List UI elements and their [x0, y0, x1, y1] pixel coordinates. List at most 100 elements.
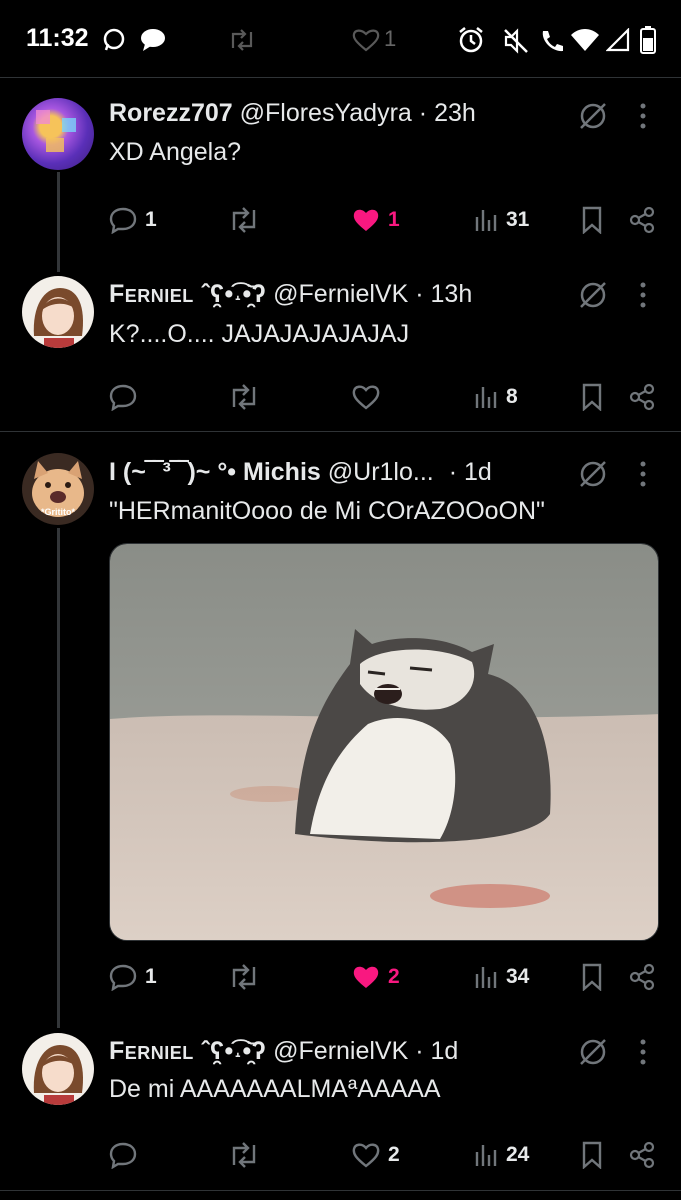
thread-line: [57, 528, 60, 1028]
tweet-text: K?....O.... JAJAJAJAJAJAJ: [109, 320, 410, 348]
share-button[interactable]: [628, 1135, 656, 1175]
avatar[interactable]: [22, 276, 94, 348]
more-icon[interactable]: [632, 459, 654, 489]
avatar[interactable]: [22, 98, 94, 170]
separator: ·: [418, 99, 428, 127]
like-button[interactable]: 2: [352, 957, 400, 997]
more-icon[interactable]: [632, 280, 654, 310]
views-count: 24: [506, 1143, 530, 1166]
bookmark-icon: [582, 963, 602, 991]
bookmark-icon: [582, 383, 602, 411]
retweet-icon: [232, 384, 256, 410]
views-icon: [475, 210, 497, 231]
grok-icon[interactable]: [578, 101, 608, 131]
reply-button[interactable]: [109, 377, 145, 417]
grok-icon[interactable]: [578, 1037, 608, 1067]
tweet-age[interactable]: 13h: [431, 280, 473, 308]
signal-icon: [606, 28, 630, 52]
bookmark-icon: [582, 206, 602, 234]
battery-icon: [640, 26, 656, 54]
tweet-header: Rorezz707 @FloresYadyra · 23h: [109, 99, 476, 128]
avatar[interactable]: *Gritito*: [22, 453, 94, 525]
user-handle[interactable]: @Ur1lo...: [328, 458, 434, 486]
tweet-actions: 8: [0, 377, 681, 417]
tweet-media-image[interactable]: [109, 543, 659, 941]
tweet-text: XD Angela?: [109, 138, 242, 166]
tweet-actions: 1 1 31: [0, 200, 681, 240]
wifi-call-icon: [542, 31, 563, 52]
reply-count: 1: [145, 208, 157, 231]
avatar[interactable]: [22, 1033, 94, 1105]
tweet-age[interactable]: 23h: [434, 99, 476, 127]
wifi-icon: [571, 29, 599, 51]
reply-icon: [109, 964, 137, 991]
tweet-actions: 1 2 34: [0, 957, 681, 997]
views-count: 31: [506, 208, 530, 231]
like-button[interactable]: [352, 377, 388, 417]
reply-button[interactable]: 1: [109, 200, 157, 240]
status-time: 11:32: [26, 24, 89, 52]
display-name[interactable]: I (~‾‾³‾‾)~ °• Michis: [109, 458, 321, 486]
retweet-icon: [232, 964, 256, 990]
status-like-count: 1: [384, 26, 397, 51]
views-icon: [475, 1145, 497, 1166]
tweet-text: "HERmanitOooo de Mi COrAZOOoON": [109, 497, 545, 525]
bookmark-button[interactable]: [580, 200, 604, 240]
views-button[interactable]: 31: [474, 200, 529, 240]
bookmark-button[interactable]: [580, 1135, 604, 1175]
chat-bubble-icon: [141, 29, 165, 51]
thread-divider: [0, 1190, 681, 1191]
views-count: 8: [506, 385, 518, 408]
share-button[interactable]: [628, 377, 656, 417]
heart-icon: [353, 209, 379, 231]
display-name[interactable]: Ferniel ˆʕ̯•͡˔•̯᷅ʔ: [109, 1037, 266, 1065]
reply-count: 1: [145, 965, 157, 988]
views-button[interactable]: 34: [474, 957, 529, 997]
reply-button[interactable]: 1: [109, 957, 157, 997]
like-button[interactable]: 1: [352, 200, 400, 240]
avatar-caption: *Gritito*: [40, 507, 75, 517]
share-button[interactable]: [628, 200, 656, 240]
tweet-header: Ferniel ˆʕ̯•͡˔•̯᷅ʔ @FernielVK · 13h: [109, 280, 472, 309]
cat-photo: [110, 544, 658, 940]
tweet-header: Ferniel ˆʕ̯•͡˔•̯᷅ʔ @FernielVK · 1d: [109, 1037, 458, 1066]
views-button[interactable]: 24: [474, 1135, 529, 1175]
bookmark-button[interactable]: [580, 377, 604, 417]
alarm-icon: [459, 27, 483, 53]
more-icon[interactable]: [632, 101, 654, 131]
heart-icon: [352, 1143, 380, 1168]
tweet-age[interactable]: 1d: [464, 458, 492, 486]
thread-divider: [0, 431, 681, 432]
more-icon[interactable]: [632, 1037, 654, 1067]
share-icon: [629, 963, 655, 991]
grok-icon[interactable]: [578, 459, 608, 489]
retweet-button[interactable]: [228, 377, 268, 417]
retweet-icon: [231, 29, 253, 51]
display-name[interactable]: Rorezz707: [109, 99, 233, 127]
retweet-button[interactable]: [228, 957, 268, 997]
user-handle[interactable]: @FernielVK: [273, 1037, 408, 1065]
separator: ·: [415, 280, 424, 308]
user-handle[interactable]: @FernielVK: [273, 280, 408, 308]
status-bar: 11:32 1: [0, 0, 681, 78]
separator: ·: [448, 458, 458, 486]
reply-icon: [109, 384, 137, 411]
views-button[interactable]: 8: [474, 377, 518, 417]
user-handle[interactable]: @FloresYadyra: [240, 99, 412, 127]
tweet-header: I (~‾‾³‾‾)~ °• Michis @Ur1lo... · 1d: [109, 458, 492, 487]
heart-icon: [352, 385, 380, 410]
share-icon: [629, 206, 655, 234]
retweet-button[interactable]: [228, 1135, 268, 1175]
share-button[interactable]: [628, 957, 656, 997]
retweet-button[interactable]: [228, 200, 268, 240]
display-name[interactable]: Ferniel ˆʕ̯•͡˔•̯᷅ʔ: [109, 280, 266, 308]
bookmark-button[interactable]: [580, 957, 604, 997]
like-count: 1: [388, 208, 400, 231]
tweet-age[interactable]: 1d: [431, 1037, 459, 1065]
heart-icon: [353, 966, 379, 988]
like-button[interactable]: 2: [352, 1135, 400, 1175]
heart-icon: [352, 29, 380, 52]
reply-button[interactable]: [109, 1135, 145, 1175]
tweet-text: De mi AAAAAAALMAªAAAAA: [109, 1075, 441, 1103]
grok-icon[interactable]: [578, 280, 608, 310]
